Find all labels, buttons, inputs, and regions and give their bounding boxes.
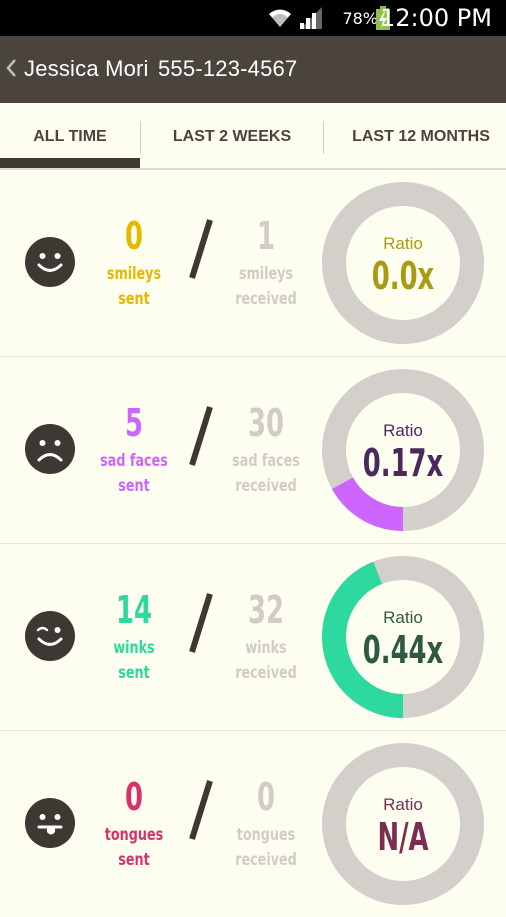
tab-last-12-months[interactable]: LAST 12 MONTHS	[336, 103, 506, 170]
wink-face-icon	[25, 611, 75, 661]
received-label: tongues received	[229, 823, 304, 873]
ratio-label: Ratio	[383, 234, 423, 253]
tab-last-2-weeks[interactable]: LAST 2 WEEKS	[141, 103, 323, 170]
divider-slash	[189, 219, 213, 279]
battery-percent: 78%	[342, 9, 378, 28]
sent-label: tongues sent	[97, 823, 172, 873]
received-label-line-2: received	[235, 663, 297, 683]
received-label-line-1: smileys	[238, 264, 294, 284]
received-label-line-2: received	[235, 850, 297, 870]
ratio-value: 0.44x	[362, 628, 444, 672]
stat-row-smileys: 0 smileys sent 1 smileys received Ratio …	[0, 170, 506, 357]
stat-row-sad-faces: 5 sad faces sent 30 sad faces received R…	[0, 357, 506, 544]
contact-phone: 555-123-4567	[158, 56, 298, 81]
sent-label: sad faces sent	[97, 449, 172, 499]
sent-count: 5	[125, 401, 143, 445]
status-bar: 78% 12:00 PM	[0, 0, 506, 36]
received-count: 0	[257, 775, 275, 819]
received-label-line-2: received	[235, 476, 297, 496]
sent-label-line-1: tongues	[104, 825, 164, 845]
ratio-label: Ratio	[383, 608, 423, 627]
stat-row-tongues: 0 tongues sent 0 tongues received Ratio …	[0, 731, 506, 917]
sent-count: 0	[125, 775, 143, 819]
sent-count: 14	[116, 588, 152, 632]
ratio-label: Ratio	[383, 795, 423, 814]
sad-face-icon	[25, 424, 75, 474]
received-label: sad faces received	[229, 449, 304, 499]
sent-label: smileys sent	[97, 262, 172, 312]
received-label-line-1: winks	[245, 638, 287, 658]
stat-row-winks: 14 winks sent 32 winks received Ratio 0.…	[0, 544, 506, 731]
ratio-value: 0.17x	[362, 441, 444, 485]
ratio-label: Ratio	[383, 421, 423, 440]
ratio-value: 0.0x	[371, 254, 435, 298]
received-label-line-1: tongues	[236, 825, 296, 845]
sent-label-line-2: sent	[118, 476, 150, 496]
sent-label-line-2: sent	[118, 850, 150, 870]
sent-label-line-2: sent	[118, 663, 150, 683]
received-label-line-2: received	[235, 289, 297, 309]
divider-slash	[189, 593, 213, 653]
signal-icon	[300, 7, 322, 29]
tab-divider	[323, 121, 324, 154]
received-label: smileys received	[229, 262, 304, 312]
clock: 12:00 PM	[380, 4, 492, 32]
sent-label-line-2: sent	[118, 289, 150, 309]
sent-label-line-1: winks	[113, 638, 155, 658]
ratio-value: N/A	[377, 815, 429, 859]
wifi-icon	[269, 9, 291, 27]
sent-label-line-1: smileys	[106, 264, 162, 284]
received-label: winks received	[229, 636, 304, 686]
sent-label: winks sent	[97, 636, 172, 686]
received-label-line-1: sad faces	[232, 451, 300, 471]
tongue-face-icon	[25, 798, 75, 848]
received-count: 32	[248, 588, 284, 632]
divider-slash	[189, 406, 213, 466]
sent-label-line-1: sad faces	[100, 451, 168, 471]
contact-name: Jessica Mori	[24, 56, 149, 81]
back-chevron-icon[interactable]	[4, 56, 18, 80]
app-header: Jessica Mori 555-123-4567	[0, 36, 506, 103]
divider-slash	[189, 780, 213, 840]
sent-count: 0	[125, 214, 143, 258]
received-count: 1	[257, 214, 275, 258]
smiley-face-icon	[25, 237, 75, 287]
received-count: 30	[248, 401, 284, 445]
selected-tab-indicator	[0, 158, 140, 168]
